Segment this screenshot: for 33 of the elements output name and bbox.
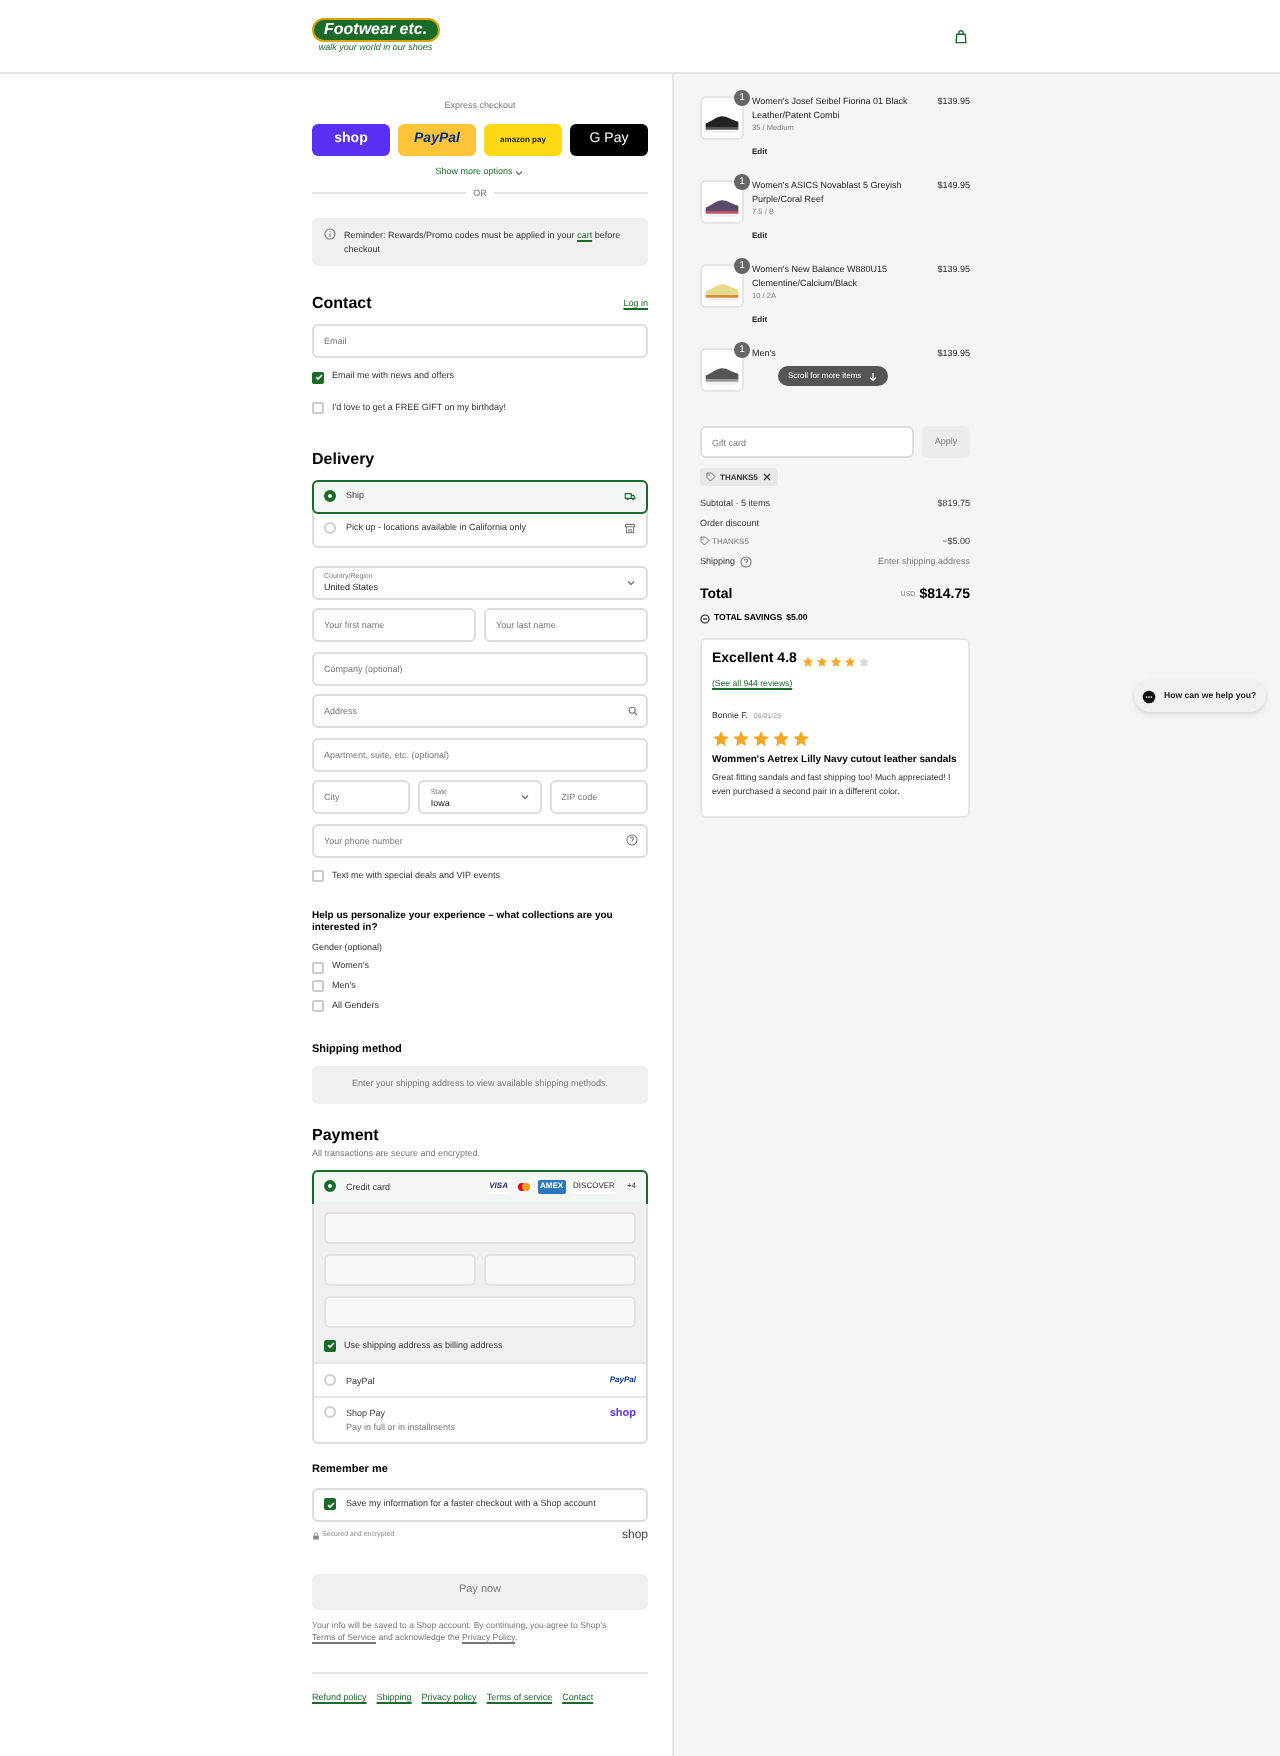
checkbox[interactable]: [312, 870, 324, 883]
store-icon: [624, 522, 636, 535]
card-logo-icon: [515, 1181, 532, 1191]
lock-icon: [312, 1532, 320, 1540]
chevron-down-icon: [626, 577, 636, 588]
checkbox[interactable]: [312, 1000, 324, 1013]
shopping-bag-icon[interactable]: [954, 29, 968, 43]
checkbox[interactable]: [312, 402, 324, 415]
star-icon: [732, 729, 750, 748]
truck-icon: [624, 490, 636, 503]
section-heading: Payment: [312, 1123, 381, 1148]
chevron-down-icon: [514, 167, 525, 178]
close-icon[interactable]: [761, 472, 772, 482]
arrow-down-icon: [867, 371, 878, 381]
checkbox[interactable]: [312, 980, 324, 993]
tag-icon: [706, 472, 716, 482]
savings-icon: [700, 613, 710, 624]
radio-button[interactable]: [324, 1180, 336, 1192]
section-heading: Contact: [312, 292, 372, 317]
help-icon: [626, 834, 638, 847]
help-icon: [739, 556, 752, 569]
star-icon: [712, 729, 730, 748]
checkbox[interactable]: [312, 961, 324, 974]
chevron-down-icon: [519, 792, 530, 803]
star-icon: [792, 729, 810, 748]
tag-icon: [700, 536, 710, 547]
info-icon: [324, 228, 336, 241]
radio-button[interactable]: [324, 490, 336, 503]
star-icon: [752, 729, 770, 748]
search-icon: [628, 705, 638, 716]
star-icon: [772, 729, 790, 748]
chat-icon: [1142, 689, 1156, 703]
section-heading: Delivery: [312, 447, 377, 472]
